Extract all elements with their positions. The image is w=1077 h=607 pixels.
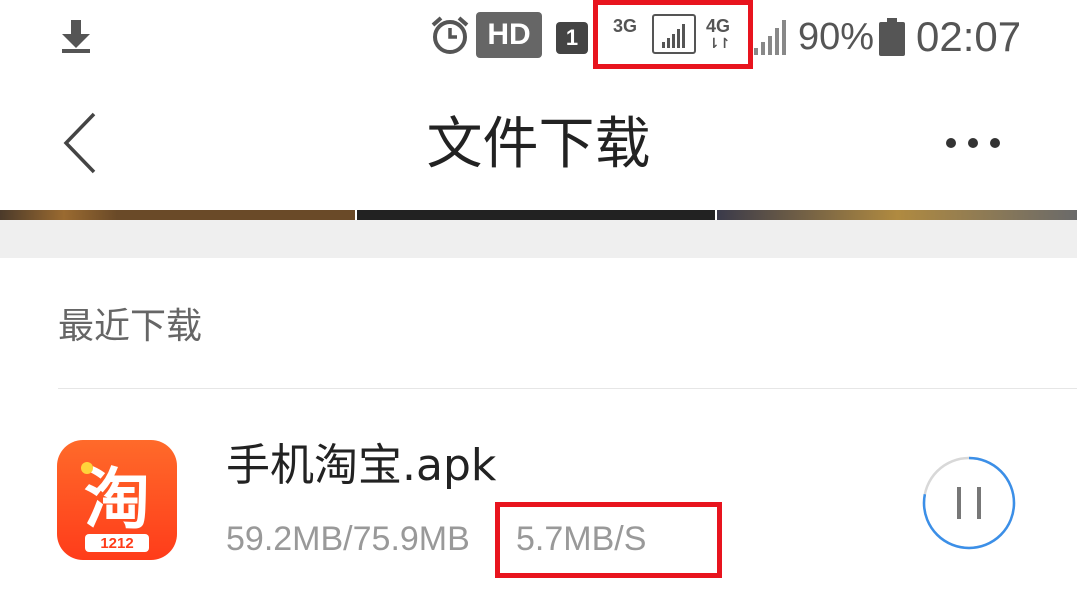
hd-voice-badge: HD	[476, 12, 542, 58]
network-highlight-box	[593, 0, 753, 69]
divider	[58, 388, 1077, 389]
battery-icon	[879, 18, 905, 56]
download-file-name: 手机淘宝.apk	[226, 440, 497, 491]
pause-icon	[957, 487, 981, 519]
sim-slot-badge: 1	[556, 22, 588, 54]
alarm-clock-icon	[431, 16, 469, 54]
app-icon-glyph: 淘	[84, 461, 150, 538]
more-dots-icon[interactable]	[938, 128, 1008, 158]
page-title: 文件下载	[426, 112, 651, 177]
recent-downloads-heading: 最近下载	[58, 306, 203, 347]
battery-percentage: 90%	[798, 16, 875, 58]
app-icon-badge: 1212	[100, 535, 133, 552]
status-clock: 02:07	[916, 13, 1022, 60]
section-gap	[0, 220, 1077, 258]
signal-strength-icon	[754, 20, 786, 55]
pause-button[interactable]	[921, 455, 1017, 551]
speed-highlight-box	[495, 502, 722, 578]
download-arrow-icon	[62, 20, 90, 53]
banner-image-strip	[0, 210, 1077, 220]
taobao-app-icon: 淘 1212	[57, 440, 177, 560]
download-progress-text: 59.2MB/75.9MB	[226, 520, 470, 558]
status-bar: HD 1 3G 4G ⇂↾ 90% 02:07	[0, 0, 1077, 78]
